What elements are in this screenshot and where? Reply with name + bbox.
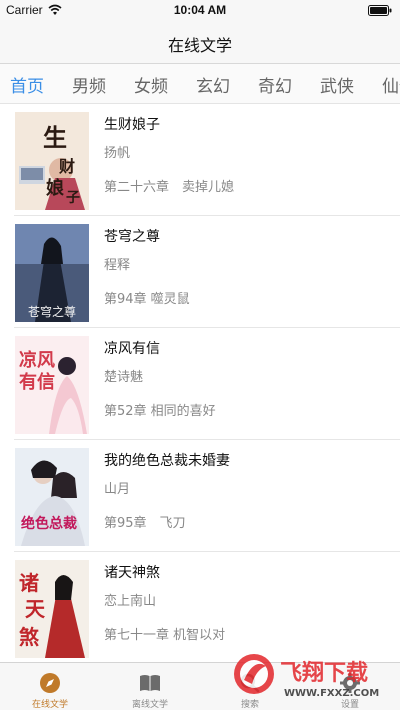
book-row[interactable]: 绝色总裁 我的绝色总裁未婚妻 山月 第95章 飞刀 (0, 440, 400, 552)
page-title: 在线文学 (167, 36, 232, 55)
book-title[interactable]: 凉风有信 (104, 338, 160, 358)
book-latest-chapter: 第52章 相同的喜好 (104, 404, 216, 419)
svg-text:有信: 有信 (19, 371, 55, 393)
status-bar: Carrier 10:04 AM (0, 0, 400, 22)
svg-text:娘: 娘 (46, 177, 64, 199)
book-list[interactable]: 生 财 娘 子 生财娘子 扬帆 第二十六章 卖掉儿媳 苍穹之尊 苍穹之尊 程释 … (0, 104, 400, 662)
svg-text:财: 财 (58, 157, 75, 176)
book-author: 楚诗魅 (104, 370, 144, 385)
tab-online-literature[interactable]: 在线文学 (0, 663, 100, 710)
tab-qihuan[interactable]: 奇幻 (258, 72, 292, 97)
book-latest-chapter: 第95章 飞刀 (104, 516, 186, 531)
book-title[interactable]: 苍穹之尊 (104, 226, 160, 246)
book-row[interactable]: 生 财 娘 子 生财娘子 扬帆 第二十六章 卖掉儿媳 (0, 104, 400, 216)
book-cover: 生 财 娘 子 (15, 112, 89, 210)
tab-home[interactable]: 首页 (10, 72, 44, 97)
book-title[interactable]: 我的绝色总裁未婚妻 (104, 450, 230, 470)
book-cover: 苍穹之尊 (15, 224, 89, 322)
tab-offline-literature[interactable]: 离线文学 (100, 663, 200, 710)
watermark-logo: 飞翔下载 WWW.FXXZ.COM (234, 654, 379, 699)
book-row[interactable]: 凉风 有信 凉风有信 楚诗魅 第52章 相同的喜好 (0, 328, 400, 440)
book-latest-chapter: 第七十一章 机智以对 (104, 628, 226, 643)
tab-wuxia[interactable]: 武侠 (320, 72, 354, 97)
tab-female[interactable]: 女频 (134, 72, 168, 97)
category-tab-bar[interactable]: 首页 男频 女频 玄幻 奇幻 武侠 仙侠 (0, 64, 400, 104)
navigation-bar: 在线文学 (0, 22, 400, 64)
book-latest-chapter: 第94章 噬灵鼠 (104, 292, 190, 307)
book-title[interactable]: 诸天神煞 (104, 562, 160, 582)
book-title[interactable]: 生财娘子 (104, 114, 160, 134)
svg-text:煞: 煞 (19, 625, 40, 649)
book-latest-chapter: 第二十六章 卖掉儿媳 (104, 180, 235, 195)
book-icon (140, 675, 160, 691)
svg-text:生: 生 (43, 123, 67, 152)
svg-text:凉风: 凉风 (19, 349, 55, 371)
book-author: 程释 (104, 258, 131, 273)
svg-text:天: 天 (25, 597, 46, 621)
book-cover: 凉风 有信 (15, 336, 89, 434)
tab-label: 离线文学 (131, 700, 168, 710)
book-author: 扬帆 (104, 146, 131, 161)
svg-text:子: 子 (66, 190, 80, 206)
book-row[interactable]: 苍穹之尊 苍穹之尊 程释 第94章 噬灵鼠 (0, 216, 400, 328)
svg-text:WWW.FXXZ.COM: WWW.FXXZ.COM (284, 688, 379, 699)
book-row[interactable]: 诸 天 煞 诸天神煞 恋上南山 第七十一章 机智以对 (0, 552, 400, 662)
tab-xianxia[interactable]: 仙侠 (382, 72, 400, 97)
svg-text:飞翔下载: 飞翔下载 (280, 660, 368, 686)
tab-male[interactable]: 男频 (72, 72, 106, 97)
tab-label: 在线文学 (31, 700, 68, 710)
svg-text:诸: 诸 (19, 571, 39, 595)
battery-icon (368, 5, 392, 16)
svg-text:苍穹之尊: 苍穹之尊 (28, 304, 76, 319)
tab-xuanhuan[interactable]: 玄幻 (196, 72, 230, 97)
book-cover: 绝色总裁 (15, 448, 89, 546)
book-author: 山月 (104, 482, 131, 497)
book-cover: 诸 天 煞 (15, 560, 89, 658)
compass-icon (40, 673, 60, 693)
status-time: 10:04 AM (173, 3, 227, 17)
svg-text:绝色总裁: 绝色总裁 (21, 515, 77, 532)
book-author: 恋上南山 (104, 594, 157, 609)
